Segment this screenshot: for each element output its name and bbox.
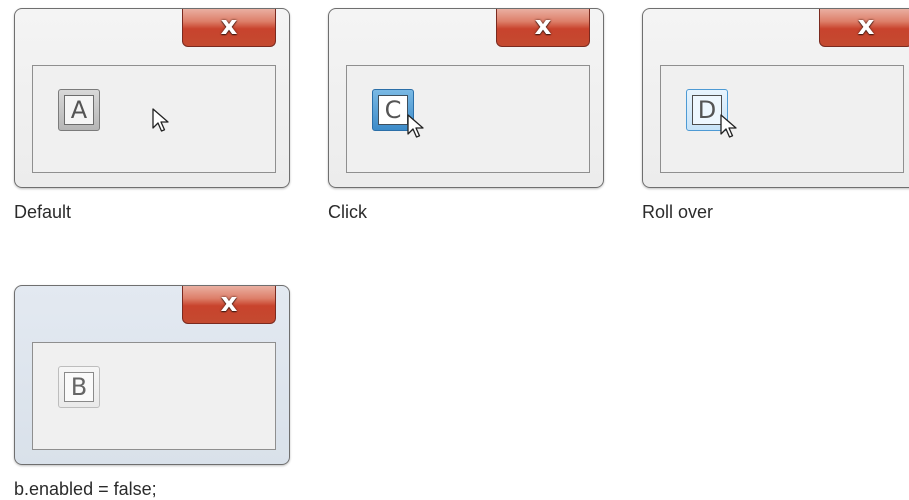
- button-b-disabled: B: [58, 366, 100, 408]
- button-label: A: [64, 95, 94, 125]
- caption-click: Click: [328, 202, 367, 222]
- window-content-area: C: [346, 65, 590, 173]
- window-default: x A: [14, 8, 290, 188]
- arrow-cursor-icon: [407, 114, 424, 138]
- arrow-cursor-icon: [720, 114, 737, 138]
- caption-default: Default: [14, 202, 72, 222]
- close-icon: x: [220, 11, 238, 41]
- window-disabled: x B: [14, 285, 290, 465]
- caption-rollover: Roll over: [642, 202, 714, 222]
- button-a-default[interactable]: A: [58, 89, 100, 131]
- window-content-area: A: [32, 65, 276, 173]
- panel-default: x A Default: [14, 8, 290, 228]
- button-label: D: [692, 95, 722, 125]
- close-button[interactable]: x: [496, 9, 590, 47]
- window-click: x C: [328, 8, 604, 188]
- window-content-area: B: [32, 342, 276, 450]
- window-rollover: x D: [642, 8, 909, 188]
- button-label: B: [64, 372, 94, 402]
- panel-click: x C Click: [328, 8, 604, 228]
- close-icon: x: [220, 288, 238, 318]
- close-icon: x: [534, 11, 552, 41]
- close-icon: x: [857, 11, 875, 41]
- panel-disabled: x B b.enabled = false;: [14, 285, 290, 499]
- window-content-area: D: [660, 65, 904, 173]
- button-label: C: [378, 95, 408, 125]
- caption-disabled: b.enabled = false;: [14, 479, 157, 499]
- panel-rollover: x D Roll over: [642, 8, 909, 228]
- close-button[interactable]: x: [819, 9, 909, 47]
- close-button[interactable]: x: [182, 286, 276, 324]
- close-button[interactable]: x: [182, 9, 276, 47]
- arrow-cursor-icon: [152, 108, 169, 132]
